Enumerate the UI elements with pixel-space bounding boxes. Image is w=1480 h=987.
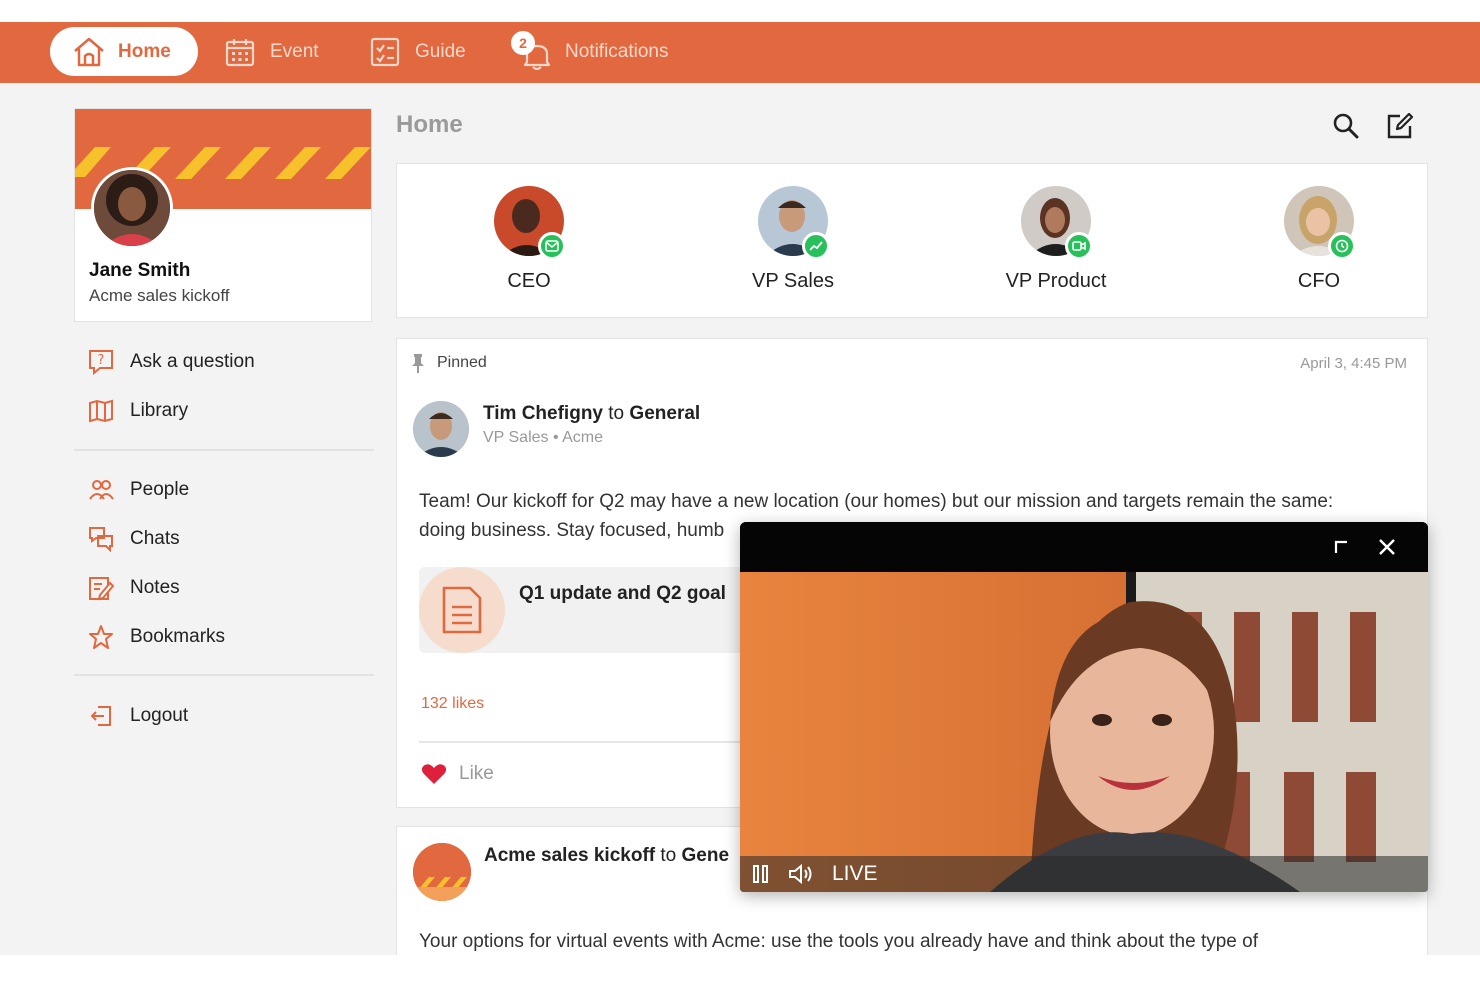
- avatar[interactable]: [1284, 186, 1356, 260]
- nav-home-button[interactable]: Home: [50, 27, 198, 76]
- profile-name: Jane Smith: [89, 260, 191, 281]
- star-icon: [89, 625, 113, 649]
- pinned-indicator: Pinned: [411, 353, 487, 373]
- book-icon: [89, 399, 113, 423]
- nav-notifications-button[interactable]: 2 Notifications: [511, 31, 669, 70]
- sidebar-item-label: Ask a question: [130, 351, 255, 372]
- post-timestamp: April 3, 4:45 PM: [1300, 355, 1407, 372]
- post-channel[interactable]: General: [629, 403, 700, 424]
- home-icon: [74, 37, 104, 66]
- nav-event-label: Event: [270, 41, 319, 62]
- post-to: to: [608, 403, 625, 424]
- profile-subtitle: Acme sales kickoff: [89, 286, 230, 305]
- leader-vp-sales[interactable]: VP Sales: [703, 186, 883, 293]
- avatar[interactable]: [413, 401, 469, 457]
- sidebar-item-label: People: [130, 479, 190, 500]
- leader-label: CFO: [1297, 270, 1341, 292]
- video-controls: LIVE: [740, 856, 1428, 892]
- people-icon: [89, 480, 114, 500]
- sidebar-item-label: Bookmarks: [130, 626, 226, 647]
- logout-icon: [90, 706, 111, 726]
- nav-guide-button[interactable]: Guide: [369, 34, 466, 70]
- post-body-line: Team! Our kickoff for Q2 may have a new …: [419, 491, 1334, 512]
- clock-icon: [1328, 232, 1356, 260]
- post-channel[interactable]: Gene: [682, 845, 730, 866]
- post-author-line: Tim Chefigny to General: [483, 403, 700, 425]
- leader-label: VP Product: [1005, 270, 1107, 292]
- video-frame: LIVE: [740, 572, 1428, 892]
- avatar[interactable]: [758, 186, 830, 260]
- bell-icon: 2: [511, 31, 551, 70]
- app-frame: Home Event Guide 2 Notifications Jane Sm…: [0, 22, 1480, 955]
- volume-icon[interactable]: [788, 863, 814, 885]
- sidebar-item-label: Logout: [130, 705, 189, 726]
- sidebar-item-label: Chats: [130, 528, 180, 549]
- video-title-bar: [740, 522, 1428, 572]
- sidebar-divider: [74, 674, 374, 676]
- nav-home-label: Home: [118, 40, 171, 62]
- mail-icon: [538, 232, 566, 260]
- profile-card[interactable]: Jane Smith Acme sales kickoff: [74, 108, 372, 322]
- video-icon: [1065, 232, 1093, 260]
- corner-icon: [1334, 540, 1347, 553]
- post-meta: VP Sales • Acme: [483, 429, 604, 446]
- live-video-player[interactable]: LIVE: [740, 522, 1428, 892]
- search-button[interactable]: [1332, 112, 1360, 140]
- checklist-icon: [370, 37, 400, 67]
- search-icon: [1333, 113, 1359, 139]
- minimize-video-button[interactable]: [1328, 534, 1354, 560]
- question-icon: ?: [89, 350, 113, 375]
- close-video-button[interactable]: [1374, 534, 1400, 560]
- leader-ceo[interactable]: CEO: [439, 186, 619, 293]
- live-label: LIVE: [832, 862, 878, 885]
- post-author[interactable]: Tim Chefigny: [483, 403, 603, 424]
- leader-cfo[interactable]: CFO: [1229, 186, 1409, 293]
- avatar[interactable]: [1021, 186, 1093, 260]
- sidebar-item-people[interactable]: People: [88, 475, 189, 505]
- sidebar-item-bookmarks[interactable]: Bookmarks: [88, 622, 225, 652]
- attachment-title: Q1 update and Q2 goal: [519, 583, 726, 604]
- pause-icon[interactable]: [752, 864, 770, 884]
- leaders-card: CEO VP Sales VP Product CFO: [396, 163, 1428, 318]
- leader-label: CEO: [507, 270, 551, 292]
- nav-event-button[interactable]: Event: [224, 34, 319, 70]
- pin-icon: [412, 354, 424, 373]
- calendar-icon: [225, 39, 255, 67]
- sidebar-item-library[interactable]: Library: [88, 396, 188, 426]
- compose-icon: [1387, 112, 1414, 139]
- sidebar-item-label: Library: [130, 400, 189, 421]
- post-author-line: Acme sales kickoff to Gene: [484, 845, 729, 867]
- post-author[interactable]: Acme sales kickoff: [484, 845, 655, 866]
- avatar[interactable]: [413, 843, 471, 901]
- sidebar-item-notes[interactable]: Notes: [88, 573, 180, 603]
- sidebar-item-label: Notes: [130, 577, 180, 598]
- leader-label: VP Sales: [752, 270, 834, 292]
- nav-notifications-label: Notifications: [565, 41, 669, 62]
- notification-badge: 2: [511, 31, 535, 55]
- like-button[interactable]: Like: [421, 763, 494, 785]
- top-nav: Home Event Guide 2 Notifications: [0, 22, 1480, 83]
- notes-icon: [89, 577, 114, 601]
- svg-text:?: ?: [98, 353, 105, 368]
- like-label: Like: [459, 763, 494, 784]
- heart-icon: [421, 764, 447, 784]
- compose-button[interactable]: [1386, 112, 1414, 140]
- post-to: to: [660, 845, 677, 866]
- avatar[interactable]: [494, 186, 566, 260]
- close-icon: [1379, 539, 1395, 555]
- nav-guide-label: Guide: [415, 41, 466, 62]
- page-title: Home: [396, 111, 463, 138]
- sidebar-item-ask-question[interactable]: ? Ask a question: [88, 347, 255, 377]
- pinned-label: Pinned: [437, 354, 487, 371]
- trend-icon: [802, 232, 830, 260]
- chat-icon: [89, 527, 113, 552]
- sidebar-item-chats[interactable]: Chats: [88, 524, 180, 554]
- post-body: Your options for virtual events with Acm…: [419, 931, 1258, 952]
- sidebar-item-logout[interactable]: Logout: [88, 701, 188, 731]
- sidebar-divider: [74, 449, 374, 451]
- likes-count[interactable]: 132 likes: [421, 695, 484, 713]
- leader-vp-product[interactable]: VP Product: [966, 186, 1146, 293]
- avatar[interactable]: [91, 167, 173, 249]
- document-icon: [419, 567, 505, 653]
